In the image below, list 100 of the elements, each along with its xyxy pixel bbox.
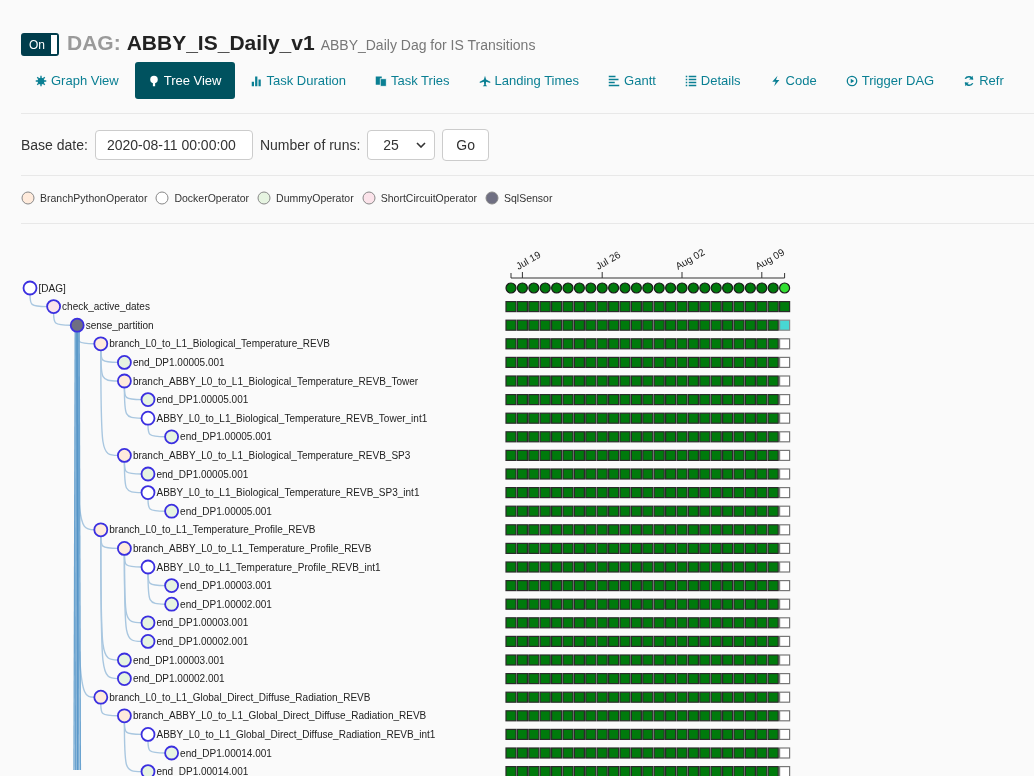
task-node[interactable] — [140, 615, 156, 631]
tree-link — [147, 498, 166, 512]
task-label: end_DP1.00014.001 — [180, 747, 272, 759]
task-label: end_DP1.00005.001 — [180, 505, 272, 517]
tab[interactable]: Task Duration — [237, 62, 359, 99]
task-node[interactable] — [164, 596, 179, 612]
task-label: branch_L0_to_L1_Biological_Temperature_REVB — [109, 338, 330, 350]
dag-description: ABBY_Daily Dag for IS Transitions — [320, 37, 536, 53]
task-label: branch_ABBY_L0_to_L1_Biological_Temperature_REVB_SP3 — [132, 449, 411, 461]
task-node[interactable] — [22, 280, 38, 296]
on-off-toggle[interactable]: On — [21, 33, 59, 56]
plane-icon — [478, 74, 491, 87]
dag-run-dot[interactable] — [744, 282, 756, 294]
bar-chart-icon — [250, 74, 263, 87]
tab[interactable]: Refr — [950, 62, 1017, 99]
play-icon — [845, 74, 858, 87]
task-node[interactable] — [140, 634, 156, 649]
task-label: end_DP1.00003.001 — [156, 617, 249, 629]
task-node[interactable] — [117, 355, 132, 370]
dag-run-dot[interactable] — [767, 282, 779, 294]
task-node[interactable] — [46, 299, 61, 314]
task-label: ABBY_L0_to_L1_Temperature_Profile_REVB_int1 — [156, 561, 381, 573]
axis-label: Aug 02 — [673, 246, 707, 272]
tree-link — [52, 312, 72, 326]
dag-run-dot[interactable] — [630, 282, 642, 294]
dag-run-dot[interactable] — [756, 282, 768, 294]
task-node[interactable] — [93, 689, 109, 705]
dag-run-dot[interactable] — [699, 282, 711, 294]
runs-label: Number of runs: — [259, 137, 361, 153]
task-label: branch_L0_to_L1_Global_Direct_Diffuse_Radiation_REVB — [109, 691, 371, 703]
dag-run-dot[interactable] — [551, 282, 563, 294]
task-label: end_DP1.00005.001 — [156, 394, 249, 406]
chevron-icon — [416, 142, 427, 148]
dag-run-dot[interactable] — [687, 282, 699, 294]
task-node[interactable] — [117, 652, 132, 668]
dag-run-dot[interactable] — [676, 282, 688, 294]
task-label: end_DP1.00005.001 — [156, 468, 249, 480]
task-node[interactable] — [140, 764, 156, 776]
task-node[interactable] — [69, 317, 85, 333]
tab[interactable]: Task Tries — [362, 62, 463, 99]
task-node[interactable] — [164, 745, 179, 761]
task-label: sense_partition — [85, 319, 154, 331]
tab[interactable]: Graph View — [21, 62, 132, 99]
runs-select[interactable]: 25 — [367, 130, 436, 160]
task-node[interactable] — [140, 392, 156, 407]
tab[interactable]: Gantt — [595, 62, 669, 99]
task-label: end_DP1.00003.001 — [180, 580, 272, 592]
dag-run-dot[interactable] — [710, 282, 722, 294]
dag-run-dot[interactable] — [596, 282, 608, 294]
task-node[interactable] — [140, 727, 156, 742]
tab[interactable]: Details — [671, 62, 754, 99]
task-node[interactable] — [140, 410, 156, 426]
task-label: end_DP1.00002.001 — [132, 673, 225, 685]
task-node[interactable] — [164, 429, 179, 445]
tree-link — [100, 703, 119, 717]
tab[interactable]: Trigger DAG — [832, 62, 948, 99]
task-label: branch_ABBY_L0_to_L1_Biological_Temperature_REVB_Tower — [132, 375, 419, 387]
tree-link — [29, 293, 48, 308]
dag-run-dot[interactable] — [779, 282, 791, 294]
dag-run-dot[interactable] — [505, 282, 517, 294]
dag-run-dot[interactable] — [608, 282, 620, 294]
task-label: ABBY_L0_to_L1_Biological_Temperature_REVB_Tower_int1 — [156, 412, 428, 424]
task-label: branch_ABBY_L0_to_L1_Temperature_Profile_REVB — [132, 542, 372, 554]
base-date-field[interactable]: 2020-08-11 00:00:00 — [94, 130, 253, 160]
task-node[interactable] — [93, 522, 109, 538]
task-node[interactable] — [117, 541, 132, 556]
dag-run-dot[interactable] — [653, 282, 665, 294]
dag-run-dot[interactable] — [585, 282, 597, 294]
task-node[interactable] — [117, 373, 132, 389]
dag-run-dot[interactable] — [528, 282, 540, 294]
go-button[interactable]: Go — [442, 129, 489, 161]
task-node[interactable] — [117, 448, 132, 463]
task-node[interactable] — [140, 485, 156, 500]
dag-run-dot[interactable] — [562, 282, 574, 294]
task-label: end_DP1.00005.001 — [180, 431, 272, 443]
task-label: end_DP1.00002.001 — [156, 635, 249, 647]
task-label: check_active_dates — [62, 301, 150, 313]
task-node[interactable] — [140, 466, 156, 482]
list-icon — [684, 74, 697, 87]
tab[interactable]: Code — [756, 62, 830, 99]
dag-run-dot[interactable] — [573, 282, 585, 294]
tab[interactable]: Tree View — [134, 62, 235, 99]
axis-label: Jul 19 — [513, 248, 543, 272]
task-node[interactable] — [164, 503, 179, 519]
task-node[interactable] — [117, 671, 132, 686]
dag-run-dot[interactable] — [539, 282, 551, 294]
legend-label: DockerOperator — [174, 192, 250, 204]
task-node[interactable] — [93, 336, 109, 352]
dag-run-dot[interactable] — [665, 282, 677, 294]
dag-run-dot[interactable] — [722, 282, 734, 294]
dag-run-dot[interactable] — [516, 282, 528, 294]
dag-run-dot[interactable] — [619, 282, 631, 294]
dag-run-dot[interactable] — [733, 282, 745, 294]
refresh-icon — [963, 74, 976, 87]
tab[interactable]: Landing Times — [465, 62, 593, 99]
gantt-icon — [608, 74, 621, 87]
task-node[interactable] — [164, 578, 179, 593]
task-node[interactable] — [140, 559, 156, 575]
dag-run-dot[interactable] — [642, 282, 654, 294]
task-node[interactable] — [117, 708, 132, 724]
